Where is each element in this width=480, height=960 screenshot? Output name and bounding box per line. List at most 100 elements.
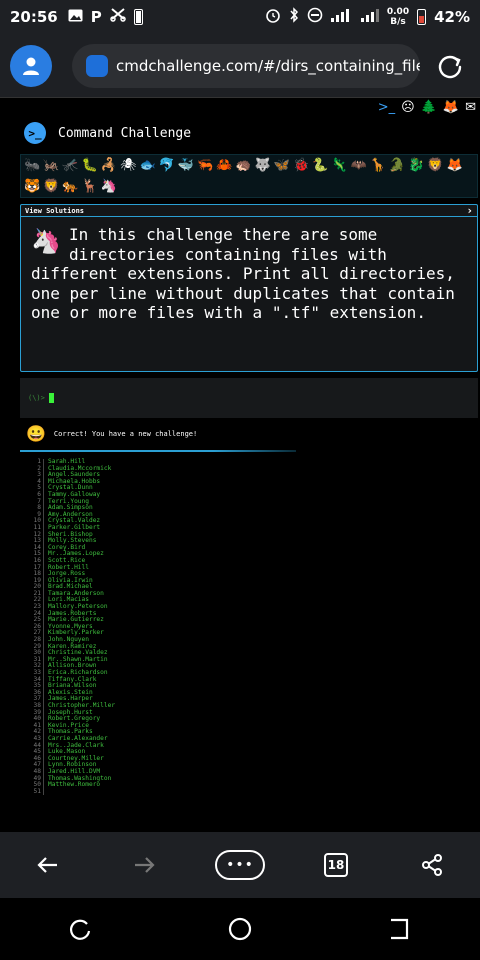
top-right-icons: >_ ☹ 🌲 🦊 ✉ bbox=[378, 100, 476, 115]
back-icon bbox=[391, 918, 409, 940]
data-speed-unit: B/s bbox=[390, 17, 406, 27]
badge-13-icon[interactable]: 🐺 bbox=[255, 157, 271, 175]
alarm-icon bbox=[265, 7, 281, 27]
p-icon: P bbox=[90, 8, 102, 26]
badge-19-icon[interactable]: 🦒 bbox=[370, 157, 386, 175]
badge-16-icon[interactable]: 🐍 bbox=[312, 157, 328, 175]
system-back-button[interactable] bbox=[372, 909, 428, 949]
address-bar[interactable]: cmdchallenge.com/#/dirs_containing_files… bbox=[72, 43, 420, 88]
cursor bbox=[48, 393, 54, 403]
unicorn-icon: 🦄 bbox=[31, 227, 61, 256]
badge-28-icon[interactable]: 🦄 bbox=[101, 178, 117, 196]
badge-1-icon[interactable]: 🐜 bbox=[24, 157, 40, 175]
tab-count: 18 bbox=[324, 853, 348, 877]
badge-14-icon[interactable]: 🦋 bbox=[274, 157, 290, 175]
forward-button[interactable] bbox=[116, 845, 172, 885]
badge-6-icon[interactable]: 🕷 bbox=[120, 157, 137, 175]
status-notification-icons: P bbox=[68, 8, 143, 26]
challenge-badges: 🐜 🦗 🦟 🐛 🦂 🕷 🐟 🐬 🐳 🦐 🦀 🦔 🐺 🦋 🐞 🐍 🦎 🦇 🦒 🐊 🐉 🦁 🦊 🐯 🦁 🐅 🦌 🦄 bbox=[20, 154, 478, 198]
battery-percent: 42% bbox=[434, 8, 470, 26]
data-speed-value: 0.00 bbox=[386, 7, 410, 17]
bluetooth-icon bbox=[289, 7, 299, 27]
output-line: 51 bbox=[30, 788, 115, 796]
badge-2-icon[interactable]: 🦗 bbox=[43, 157, 59, 175]
fox-icon[interactable]: 🦊 bbox=[443, 100, 459, 115]
line-number: 51 bbox=[30, 788, 44, 796]
terminal-icon[interactable]: >_ bbox=[378, 100, 395, 115]
page-title: Command Challenge bbox=[58, 125, 192, 141]
output-value: Matthew.Romero bbox=[48, 781, 101, 789]
challenge-panel: View Solutions › 🦄 In this challenge the… bbox=[20, 204, 478, 372]
signal-2-icon bbox=[360, 8, 379, 26]
badge-5-icon[interactable]: 🦂 bbox=[101, 157, 117, 175]
happy-face-icon: 😀 bbox=[26, 424, 46, 443]
prompt-symbol: (\)> bbox=[28, 394, 45, 402]
status-time: 20:56 bbox=[10, 8, 58, 26]
recents-button[interactable] bbox=[52, 909, 108, 949]
badge-12-icon[interactable]: 🦔 bbox=[235, 157, 251, 175]
mail-icon[interactable]: ✉ bbox=[465, 100, 476, 115]
badge-4-icon[interactable]: 🐛 bbox=[82, 157, 98, 175]
home-icon bbox=[228, 917, 252, 941]
view-solutions-label: View Solutions bbox=[25, 206, 85, 215]
challenge-description: 🦄 In this challenge there are some direc… bbox=[21, 217, 477, 323]
view-solutions-bar[interactable]: View Solutions › bbox=[21, 204, 477, 217]
site-info-icon[interactable] bbox=[86, 54, 108, 77]
badge-27-icon[interactable]: 🦌 bbox=[82, 178, 98, 196]
badge-9-icon[interactable]: 🐳 bbox=[178, 157, 194, 175]
badge-25-icon[interactable]: 🦁 bbox=[43, 178, 59, 196]
page-content: >_ ☹ 🌲 🦊 ✉ >_ Command Challenge 🐜 🦗 🦟 🐛 🦂 🕷 🐟 🐬… bbox=[0, 98, 480, 832]
browser-bottom-bar: ••• 18 bbox=[0, 832, 480, 898]
badge-22-icon[interactable]: 🦁 bbox=[427, 157, 443, 175]
system-navigation bbox=[0, 898, 480, 960]
tabs-button[interactable]: 18 bbox=[308, 845, 364, 885]
badge-24-icon[interactable]: 🐯 bbox=[24, 178, 40, 196]
badge-15-icon[interactable]: 🐞 bbox=[293, 157, 309, 175]
profile-button[interactable] bbox=[10, 44, 52, 87]
status-bar: 20:56 P 0.00 B/s 42% bbox=[0, 0, 480, 34]
command-challenge-logo-icon: >_ bbox=[24, 122, 46, 144]
browser-toolbar: cmdchallenge.com/#/dirs_containing_files… bbox=[0, 34, 480, 98]
arrow-right-icon bbox=[135, 857, 155, 873]
battery-small-icon bbox=[133, 9, 143, 25]
badge-7-icon[interactable]: 🐟 bbox=[139, 157, 155, 175]
more-icon: ••• bbox=[215, 850, 265, 880]
back-button[interactable] bbox=[20, 845, 76, 885]
output-list: 1 Sarah.Hill 2 Claudia.Mccormick 3 Angel.Saun… bbox=[30, 458, 115, 796]
data-speed: 0.00 B/s bbox=[387, 7, 409, 27]
url-text: cmdchallenge.com/#/dirs_containing_files… bbox=[116, 56, 420, 75]
chevron-right-icon[interactable]: › bbox=[466, 204, 473, 217]
arrow-left-icon bbox=[37, 857, 57, 873]
recents-icon bbox=[69, 919, 91, 940]
signal-icon bbox=[330, 8, 353, 26]
badge-17-icon[interactable]: 🦎 bbox=[331, 157, 347, 175]
smiley-icon[interactable]: ☹ bbox=[401, 100, 415, 115]
badge-3-icon[interactable]: 🦟 bbox=[62, 157, 78, 175]
correct-message: Correct! You have a new challenge! bbox=[53, 429, 198, 438]
home-button[interactable] bbox=[212, 909, 268, 949]
dnd-icon bbox=[307, 7, 323, 27]
share-button[interactable] bbox=[404, 845, 460, 885]
badge-23-icon[interactable]: 🦊 bbox=[446, 157, 462, 175]
reload-icon[interactable] bbox=[436, 52, 464, 80]
correct-message-row: 😀 Correct! You have a new challenge! bbox=[26, 424, 197, 443]
badge-26-icon[interactable]: 🐅 bbox=[62, 178, 78, 196]
status-right: 0.00 B/s 42% bbox=[265, 7, 470, 27]
badge-21-icon[interactable]: 🐉 bbox=[408, 157, 424, 175]
page-header: >_ Command Challenge bbox=[24, 122, 191, 144]
challenge-text: In this challenge there are some directo… bbox=[31, 225, 455, 322]
badge-18-icon[interactable]: 🦇 bbox=[351, 157, 367, 175]
menu-button[interactable]: ••• bbox=[212, 845, 268, 885]
person-icon bbox=[23, 57, 39, 75]
tree-icon[interactable]: 🌲 bbox=[421, 100, 437, 115]
battery-icon bbox=[417, 9, 427, 25]
output-line: 50 Matthew.Romero bbox=[30, 781, 115, 789]
badge-8-icon[interactable]: 🐬 bbox=[159, 157, 175, 175]
share-icon bbox=[422, 854, 442, 876]
divider bbox=[20, 450, 296, 452]
terminal-input[interactable]: (\)> bbox=[20, 378, 478, 418]
badge-11-icon[interactable]: 🦀 bbox=[216, 157, 232, 175]
badge-20-icon[interactable]: 🐊 bbox=[389, 157, 405, 175]
image-icon bbox=[68, 9, 83, 26]
badge-10-icon[interactable]: 🦐 bbox=[197, 157, 213, 175]
